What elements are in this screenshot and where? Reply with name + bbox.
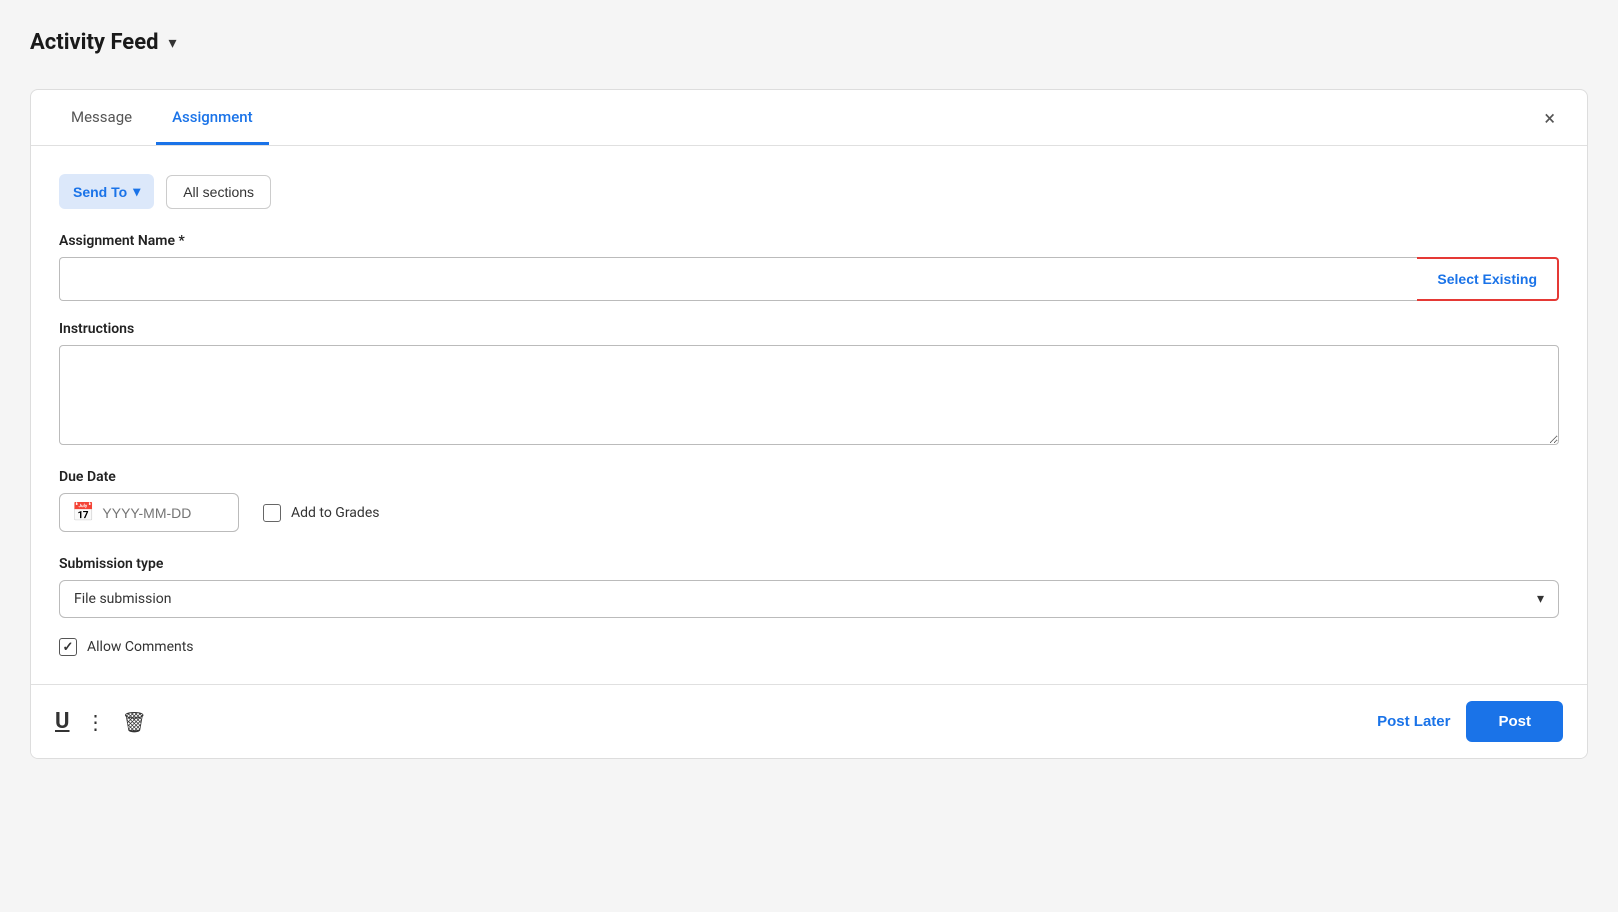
tabs-bar: Message Assignment × — [31, 90, 1587, 146]
card-footer: U ⋮ 🗑 Post Later Post — [31, 684, 1587, 758]
due-date-section: Due Date 📅 Add to Grades — [59, 469, 1559, 532]
assignment-name-row: Select Existing — [59, 257, 1559, 301]
tab-assignment[interactable]: Assignment — [156, 90, 269, 145]
add-to-grades-checkbox[interactable] — [263, 504, 281, 522]
add-to-grades-row: Add to Grades — [263, 504, 379, 522]
date-input[interactable] — [102, 505, 222, 521]
page-container: Activity Feed ▾ Message Assignment × Sen… — [0, 0, 1618, 912]
submission-type-value: File submission — [74, 591, 172, 607]
close-button[interactable]: × — [1536, 100, 1563, 136]
tab-message[interactable]: Message — [55, 90, 148, 145]
calendar-icon: 📅 — [72, 502, 94, 523]
send-to-button[interactable]: Send To ▾ — [59, 174, 154, 209]
footer-left: U ⋮ 🗑 — [55, 709, 147, 734]
attachment-icon[interactable]: U — [55, 709, 70, 734]
page-header: Activity Feed ▾ — [30, 20, 1588, 65]
more-options-icon[interactable]: ⋮ — [86, 710, 106, 734]
submission-type-select[interactable]: File submission ▾ — [59, 580, 1559, 618]
send-to-chevron-icon: ▾ — [133, 183, 140, 200]
submission-type-chevron-icon: ▾ — [1537, 591, 1544, 607]
submission-type-label: Submission type — [59, 556, 1559, 572]
delete-icon[interactable]: 🗑 — [122, 710, 147, 734]
send-to-row: Send To ▾ All sections — [59, 174, 1559, 209]
assignment-name-field: Assignment Name * Select Existing — [59, 233, 1559, 301]
select-existing-button[interactable]: Select Existing — [1417, 257, 1559, 301]
all-sections-button[interactable]: All sections — [166, 175, 271, 209]
submission-type-section: Submission type File submission ▾ — [59, 556, 1559, 618]
chevron-down-icon[interactable]: ▾ — [168, 33, 176, 52]
instructions-label: Instructions — [59, 321, 1559, 337]
assignment-name-input[interactable] — [59, 257, 1417, 301]
send-to-label: Send To — [73, 184, 127, 200]
allow-comments-row: Allow Comments — [59, 638, 1559, 684]
instructions-textarea[interactable] — [59, 345, 1559, 445]
post-later-button[interactable]: Post Later — [1377, 713, 1450, 730]
due-date-label: Due Date — [59, 469, 1559, 485]
page-title: Activity Feed — [30, 30, 158, 55]
footer-right: Post Later Post — [1377, 701, 1563, 742]
main-card: Message Assignment × Send To ▾ All secti… — [30, 89, 1588, 759]
add-to-grades-label: Add to Grades — [291, 505, 379, 521]
post-button[interactable]: Post — [1466, 701, 1563, 742]
card-body: Send To ▾ All sections Assignment Name *… — [31, 146, 1587, 684]
assignment-name-label: Assignment Name * — [59, 233, 1559, 249]
date-input-wrapper[interactable]: 📅 — [59, 493, 239, 532]
allow-comments-checkbox[interactable] — [59, 638, 77, 656]
instructions-field: Instructions — [59, 321, 1559, 469]
due-date-row: 📅 Add to Grades — [59, 493, 1559, 532]
allow-comments-label: Allow Comments — [87, 639, 194, 655]
